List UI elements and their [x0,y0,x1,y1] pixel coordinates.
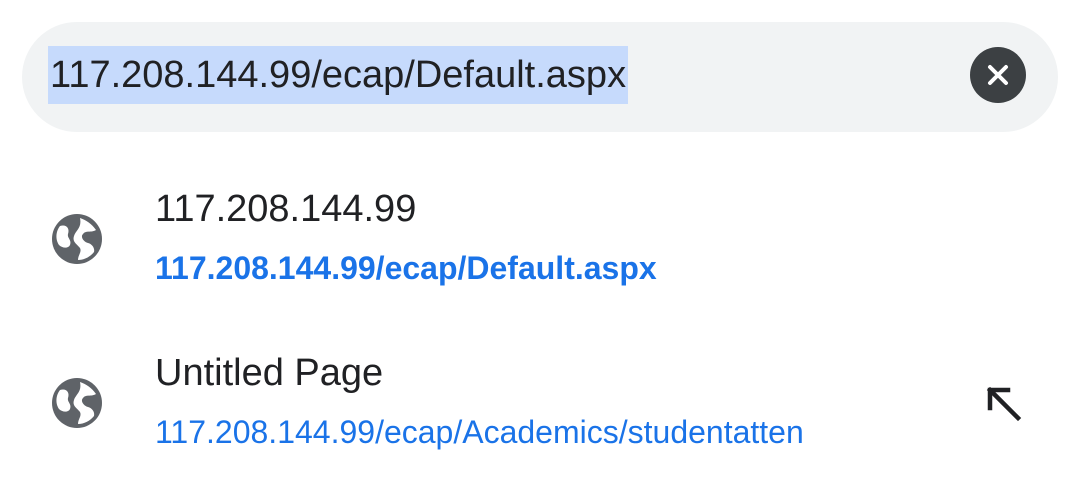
globe-icon [52,214,102,264]
suggestion-item[interactable]: 117.208.144.99 117.208.144.99/ecap/Defau… [0,168,1080,318]
suggestion-title: 117.208.144.99 [155,188,417,230]
omnibox[interactable]: 117.208.144.99/ecap/Default.aspx [22,22,1058,132]
suggestion-url: 117.208.144.99/ecap/Academics/studentatt… [155,414,804,450]
omnibox-input-text[interactable]: 117.208.144.99/ecap/Default.aspx [48,46,629,104]
suggestion-title: Untitled Page [155,352,384,394]
arrow-up-left-icon[interactable] [982,382,1026,426]
suggestion-url: 117.208.144.99/ecap/Default.aspx [155,250,657,286]
clear-button[interactable] [970,47,1026,103]
suggestion-item[interactable]: Untitled Page 117.208.144.99/ecap/Academ… [0,332,1080,482]
close-icon [988,65,1008,85]
globe-icon [52,378,102,428]
